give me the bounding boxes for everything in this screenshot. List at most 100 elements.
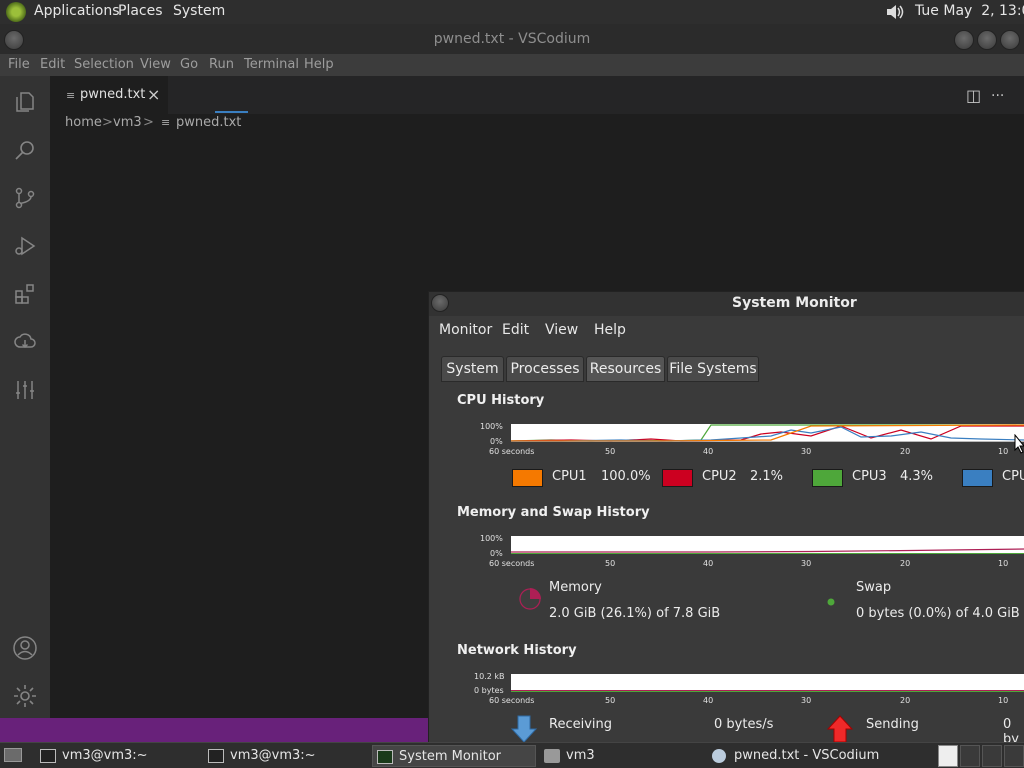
window-menu-button[interactable] <box>4 30 24 50</box>
more-actions-icon[interactable]: ··· <box>991 88 1004 104</box>
cpu-x-40: 40 <box>703 447 714 456</box>
tab-system[interactable]: System <box>441 356 504 382</box>
cpu1-color-button[interactable] <box>512 469 543 487</box>
account-icon[interactable] <box>0 624 50 672</box>
status-bar <box>0 718 430 742</box>
search-icon[interactable] <box>0 126 50 174</box>
net-x-50: 50 <box>605 696 616 705</box>
vscodium-titlebar[interactable]: pwned.txt - VSCodium <box>0 24 1024 54</box>
cpu4-label: CPU <box>1002 469 1024 484</box>
cursor-line-indicator <box>215 111 248 113</box>
menu-terminal[interactable]: Terminal <box>244 57 299 72</box>
activity-bar <box>0 76 50 718</box>
cpu-history-graph <box>511 424 1024 442</box>
receiving-arrow-icon[interactable] <box>511 715 537 743</box>
volume-icon[interactable] <box>884 2 906 26</box>
taskbar-item-terminal-2[interactable]: vm3@vm3:~ <box>204 745 370 767</box>
system-menu[interactable]: System <box>173 3 225 19</box>
minimize-button[interactable] <box>954 30 974 50</box>
breadcrumb-vm3[interactable]: vm3 <box>113 115 142 130</box>
cpu2-color-button[interactable] <box>662 469 693 487</box>
breadcrumb-home[interactable]: home <box>65 115 102 130</box>
remote-icon[interactable] <box>0 318 50 366</box>
taskbar-label: pwned.txt - VSCodium <box>734 748 880 763</box>
net-x-20: 20 <box>900 696 911 705</box>
cpu-x-30: 30 <box>801 447 812 456</box>
menu-file[interactable]: File <box>8 57 30 72</box>
show-desktop-icon[interactable] <box>4 748 22 762</box>
memory-pie-icon[interactable] <box>517 586 543 612</box>
menu-help[interactable]: Help <box>594 322 626 338</box>
mem-x-10: 10 <box>998 559 1009 568</box>
terminal-icon <box>208 749 224 763</box>
memory-history-title: Memory and Swap History <box>457 505 650 520</box>
taskbar-item-system-monitor[interactable]: System Monitor <box>372 745 536 767</box>
mouse-cursor-icon <box>1014 434 1024 454</box>
menu-help[interactable]: Help <box>304 57 334 72</box>
menu-monitor[interactable]: Monitor <box>439 322 492 338</box>
applications-menu[interactable]: Applications <box>34 3 120 19</box>
menu-run[interactable]: Run <box>209 57 234 72</box>
swap-value: 0 bytes (0.0%) of 4.0 GiB <box>856 606 1020 621</box>
source-control-icon[interactable] <box>0 174 50 222</box>
taskbar-item-terminal-1[interactable]: vm3@vm3:~ <box>36 745 202 767</box>
cpu-history-title: CPU History <box>457 393 545 408</box>
workspace-2[interactable] <box>960 745 980 767</box>
cpu3-label: CPU3 <box>852 469 887 484</box>
memory-label: Memory <box>549 580 602 595</box>
sending-label: Sending <box>866 717 919 732</box>
memory-history-graph <box>511 536 1024 554</box>
cpu3-color-button[interactable] <box>812 469 843 487</box>
breadcrumb-file[interactable]: pwned.txt <box>176 115 241 130</box>
window-menu-button[interactable] <box>431 294 449 312</box>
cpu1-label: CPU1 <box>552 469 587 484</box>
workspace-switcher-icon[interactable] <box>938 745 958 767</box>
cpu2-value: 2.1% <box>750 469 784 484</box>
manage-gear-icon[interactable] <box>0 672 50 720</box>
places-menu[interactable]: Places <box>118 3 163 19</box>
workspace-4[interactable] <box>1004 745 1024 767</box>
receiving-value: 0 bytes/s <box>714 717 774 732</box>
net-x-30: 30 <box>801 696 812 705</box>
tab-processes[interactable]: Processes <box>506 356 584 382</box>
system-monitor-titlebar[interactable]: System Monitor <box>429 292 1024 316</box>
tab-label: pwned.txt <box>80 87 146 102</box>
settings-sliders-icon[interactable] <box>0 366 50 414</box>
vscodium-menubar: File Edit Selection View Go Run Terminal… <box>0 54 1024 76</box>
run-debug-icon[interactable] <box>0 222 50 270</box>
tab-pwned-txt[interactable]: ≡ pwned.txt × <box>50 76 168 114</box>
taskbar-item-files[interactable]: vm3 <box>540 745 706 767</box>
receiving-label: Receiving <box>549 717 613 732</box>
cpu1-value: 100.0% <box>601 469 651 484</box>
taskbar-label: System Monitor <box>399 749 502 764</box>
menu-edit[interactable]: Edit <box>502 322 529 338</box>
net-x-40: 40 <box>703 696 714 705</box>
close-button[interactable] <box>1000 30 1020 50</box>
tab-resources[interactable]: Resources <box>586 356 665 382</box>
taskbar-label: vm3@vm3:~ <box>62 748 148 763</box>
taskbar-label: vm3 <box>566 748 595 763</box>
menu-view[interactable]: View <box>545 322 578 338</box>
taskbar-label: vm3@vm3:~ <box>230 748 316 763</box>
distro-logo-icon[interactable] <box>6 2 26 22</box>
menu-view[interactable]: View <box>140 57 171 72</box>
explorer-icon[interactable] <box>0 78 50 126</box>
taskbar-item-vscodium[interactable]: pwned.txt - VSCodium <box>708 745 934 767</box>
workspace-3[interactable] <box>982 745 1002 767</box>
vscodium-window-title: pwned.txt - VSCodium <box>433 31 591 47</box>
mem-x-50: 50 <box>605 559 616 568</box>
sending-arrow-icon[interactable] <box>827 715 853 743</box>
mem-axis-top: 100% <box>480 534 503 543</box>
maximize-button[interactable] <box>977 30 997 50</box>
menu-edit[interactable]: Edit <box>40 57 65 72</box>
breadcrumb-separator: > <box>143 115 154 130</box>
split-editor-icon[interactable]: ◫ <box>966 86 981 105</box>
tab-file-systems[interactable]: File Systems <box>667 356 759 382</box>
swap-pie-icon[interactable] <box>821 592 841 612</box>
menu-go[interactable]: Go <box>180 57 198 72</box>
extensions-icon[interactable] <box>0 270 50 318</box>
cpu4-color-button[interactable] <box>962 469 993 487</box>
clock[interactable]: Tue May 2, 13:01 <box>915 3 1024 19</box>
menu-selection[interactable]: Selection <box>74 57 134 72</box>
tab-close-icon[interactable]: × <box>147 85 160 104</box>
